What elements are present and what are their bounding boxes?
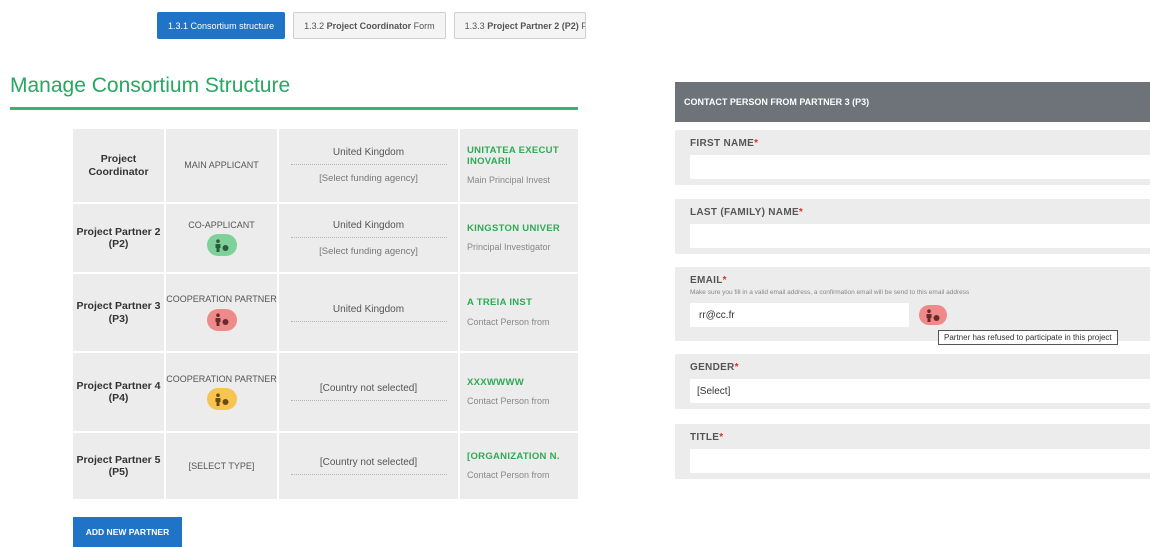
partner-country-cell: [Country not selected] xyxy=(279,353,458,431)
title-group: TITLE* xyxy=(675,424,1150,479)
last-name-label: LAST (FAMILY) NAME* xyxy=(690,207,804,218)
funding-agency-select[interactable]: [Select funding agency] xyxy=(319,246,418,257)
partner-country[interactable]: United Kingdom xyxy=(290,147,447,165)
partner-type-label: COOPERATION PARTNER xyxy=(166,373,277,384)
partner-country[interactable]: [Country not selected] xyxy=(290,383,447,401)
tab-prefix: 1.3.1 xyxy=(168,20,189,31)
gender-label: GENDER* xyxy=(690,362,739,373)
partner-country-cell: [Country not selected] xyxy=(279,433,458,499)
partner-role: Project Partner 5 (P5) xyxy=(73,433,164,499)
organization-contact: Contact Person from xyxy=(467,396,550,407)
partner-type-label: [SELECT TYPE] xyxy=(188,460,255,471)
tab-prefix: 1.3.3 xyxy=(464,20,485,31)
tab-suffix: Form xyxy=(413,20,435,31)
partner-country[interactable]: [Country not selected] xyxy=(290,457,447,475)
organization-contact: Contact Person from xyxy=(467,316,550,327)
table-row: Project Partner 2 (P2) CO-APPLICANT Unit… xyxy=(73,204,578,272)
partner-type-label: MAIN APPLICANT xyxy=(184,160,259,171)
gender-group: GENDER* [Select] xyxy=(675,354,1150,409)
partner-role: Project Partner 4 (P4) xyxy=(73,353,164,431)
title-divider xyxy=(10,107,578,110)
first-name-label: FIRST NAME* xyxy=(690,138,759,149)
funding-agency-select[interactable]: [Select funding agency] xyxy=(319,173,418,184)
title-input[interactable] xyxy=(690,449,1150,473)
email-row: rr@cc.fr xyxy=(690,303,1150,327)
title-label: TITLE* xyxy=(690,432,724,443)
table-row: Project Partner 3 (P3) COOPERATION PARTN… xyxy=(73,274,578,351)
person-status-icon[interactable] xyxy=(206,388,237,411)
email-input[interactable]: rr@cc.fr xyxy=(690,303,909,327)
partner-organization-cell: A TREIA INST Contact Person from xyxy=(460,274,578,351)
partner-type-label: COOPERATION PARTNER xyxy=(166,294,277,305)
consortium-table: Project Coordinator MAIN APPLICANT Unite… xyxy=(73,129,578,501)
partner-type[interactable]: COOPERATION PARTNER xyxy=(166,274,277,351)
partner-country-cell: United Kingdom [Select funding agency] xyxy=(279,204,458,272)
tab-suffix: F xyxy=(581,21,584,31)
partner-organization-cell: XXXWWWW Contact Person from xyxy=(460,353,578,431)
partner-status-tooltip: Partner has refused to participate in th… xyxy=(938,330,1118,345)
organization-contact: Principal Investigator xyxy=(467,242,551,253)
first-name-group: FIRST NAME* xyxy=(675,130,1150,185)
table-row: Project Partner 5 (P5) [SELECT TYPE] [Co… xyxy=(73,433,578,499)
organization-name[interactable]: [ORGANIZATION N. xyxy=(467,451,560,463)
partner-role: Project Partner 3 (P3) xyxy=(73,274,164,351)
tab-label: Consortium structure xyxy=(190,20,275,31)
partner-type[interactable]: MAIN APPLICANT xyxy=(166,129,277,202)
partner-country-cell: United Kingdom xyxy=(279,274,458,351)
partner-type[interactable]: CO-APPLICANT xyxy=(166,204,277,272)
organization-contact: Main Principal Invest xyxy=(467,175,551,186)
table-row: Project Coordinator MAIN APPLICANT Unite… xyxy=(73,129,578,202)
gender-select[interactable]: [Select] xyxy=(690,379,1150,403)
partner-organization-cell: KINGSTON UNIVER Principal Investigator xyxy=(460,204,578,272)
organization-contact: Contact Person from xyxy=(467,470,550,481)
table-row: Project Partner 4 (P4) COOPERATION PARTN… xyxy=(73,353,578,431)
partner-country-cell: United Kingdom [Select funding agency] xyxy=(279,129,458,202)
partner-organization-cell: [ORGANIZATION N. Contact Person from xyxy=(460,433,578,499)
partner-role: Project Coordinator xyxy=(73,129,164,202)
tab-prefix: 1.3.2 xyxy=(304,20,325,31)
person-status-icon[interactable] xyxy=(206,234,237,257)
organization-name[interactable]: KINGSTON UNIVER xyxy=(467,223,560,235)
partner-country[interactable]: United Kingdom xyxy=(290,304,447,322)
contact-panel-header: CONTACT PERSON FROM PARTNER 3 (P3) xyxy=(675,82,1150,122)
tab-label: Project Partner 2 (P2) xyxy=(487,20,579,31)
partner-organization-cell: UNITATEA EXECUT INOVARII Main Principal … xyxy=(460,129,578,202)
last-name-input[interactable] xyxy=(690,224,1150,248)
email-help-text: Make sure you fill in a valid email addr… xyxy=(690,289,970,296)
tab-project-coordinator-form[interactable]: 1.3.2 Project Coordinator Form xyxy=(293,12,446,39)
page-title: Manage Consortium Structure xyxy=(10,74,291,97)
organization-name[interactable]: XXXWWWW xyxy=(467,377,524,389)
first-name-input[interactable] xyxy=(690,155,1150,179)
organization-name[interactable]: A TREIA INST xyxy=(467,297,532,309)
partner-type[interactable]: COOPERATION PARTNER xyxy=(166,353,277,431)
tab-consortium-structure[interactable]: 1.3.1 Consortium structure xyxy=(157,12,286,39)
partner-country[interactable]: United Kingdom xyxy=(290,220,447,238)
partner-type[interactable]: [SELECT TYPE] xyxy=(166,433,277,499)
add-new-partner-button[interactable]: ADD NEW PARTNER xyxy=(73,517,182,547)
tab-project-partner-2-form[interactable]: 1.3.3 Project Partner 2 (P2) F xyxy=(453,12,586,39)
organization-name[interactable]: UNITATEA EXECUT INOVARII xyxy=(467,145,559,168)
person-status-icon[interactable] xyxy=(919,305,947,325)
section-tabs: 1.3.1 Consortium structure 1.3.2 Project… xyxy=(157,12,586,39)
last-name-group: LAST (FAMILY) NAME* xyxy=(675,199,1150,254)
partner-type-label: CO-APPLICANT xyxy=(188,219,255,230)
tab-label: Project Coordinator xyxy=(326,20,412,31)
email-label: EMAIL* xyxy=(690,275,727,286)
partner-role: Project Partner 2 (P2) xyxy=(73,204,164,272)
person-status-icon[interactable] xyxy=(206,308,237,331)
